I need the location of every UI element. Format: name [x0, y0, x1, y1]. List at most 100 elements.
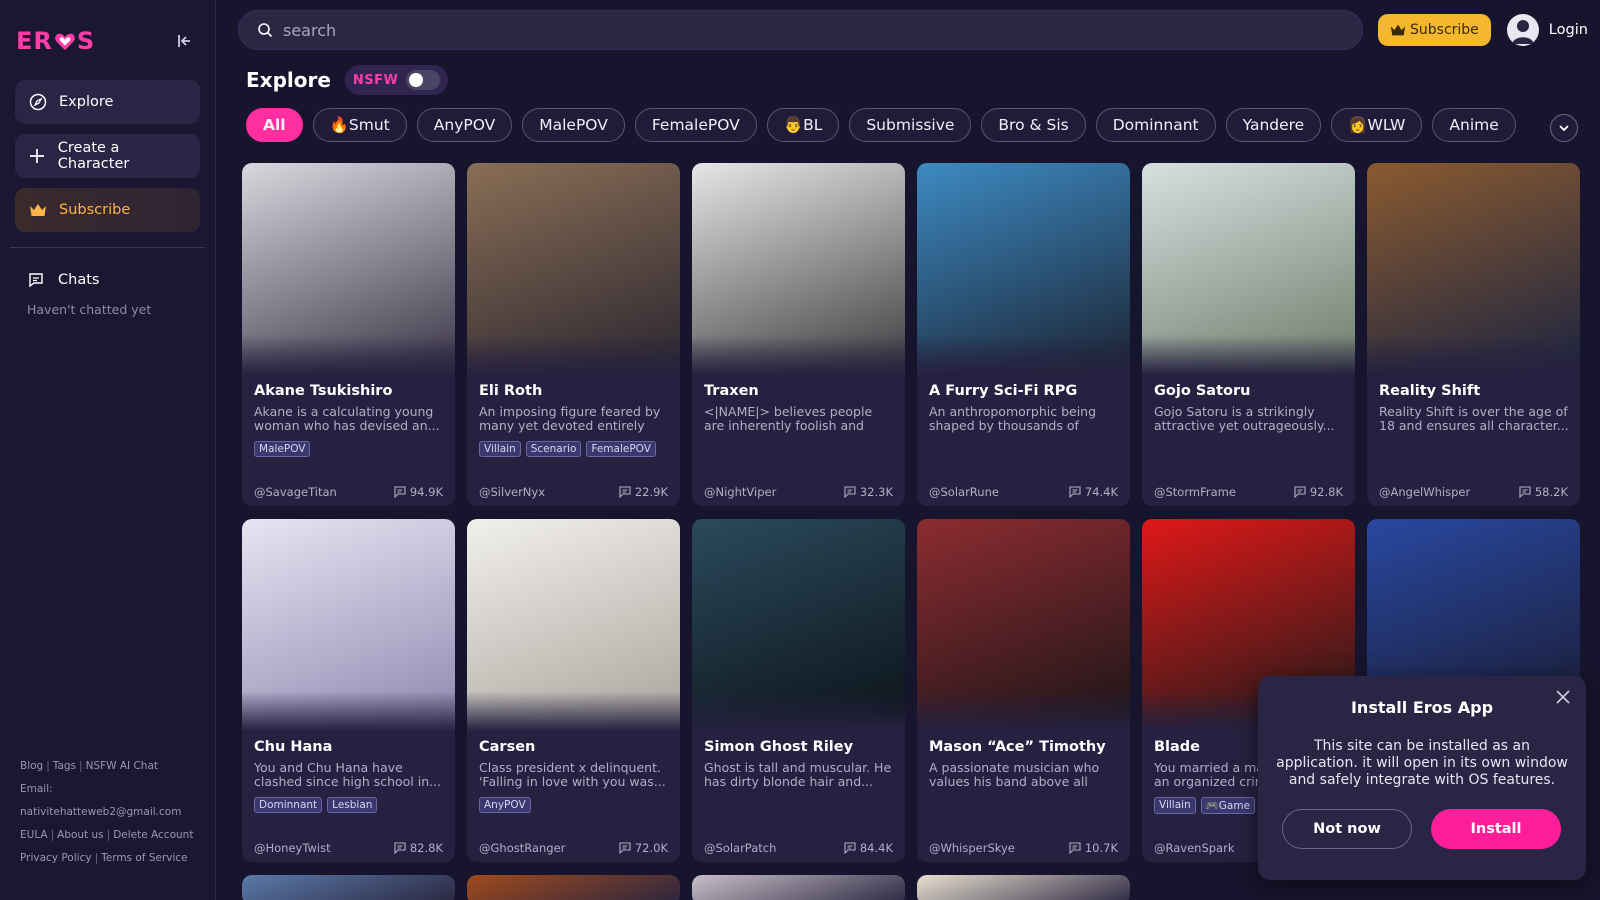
install-button[interactable]: Install	[1431, 809, 1561, 849]
chat-bubble-icon	[1519, 486, 1531, 499]
footer-delete-account-link[interactable]: Delete Account	[113, 829, 193, 841]
eros-logo[interactable]: ER S	[16, 27, 95, 55]
character-tag-chip[interactable]: Villain	[479, 441, 521, 457]
character-tag-chip[interactable]: Scenario	[525, 441, 582, 457]
character-card[interactable]: Gojo Satoru Gojo Satoru is a strikingly a…	[1142, 163, 1355, 506]
login-button[interactable]: Login	[1506, 14, 1588, 46]
character-author[interactable]: @NightViper	[704, 485, 776, 499]
character-author[interactable]: @WhisperSkye	[929, 841, 1015, 855]
character-card[interactable]: Simon Ghost Riley Ghost is tall and muscu…	[692, 519, 905, 862]
character-name: A Furry Sci-Fi RPG	[929, 383, 1078, 399]
heart-icon	[55, 33, 75, 51]
install-dialog-body: This site can be installed as an applica…	[1276, 738, 1568, 788]
character-tag-chip[interactable]: 🎮Game	[1200, 797, 1256, 814]
not-now-button[interactable]: Not now	[1282, 809, 1412, 849]
character-author[interactable]: @HoneyTwist	[254, 841, 331, 855]
character-description: <|NAME|> believes people are inherently …	[704, 405, 873, 433]
character-tag-chip[interactable]: MalePOV	[254, 441, 311, 457]
tag-0[interactable]: All	[246, 108, 303, 142]
tag-7[interactable]: Bro & Sis	[981, 108, 1086, 142]
character-image	[1367, 163, 1580, 375]
nav-explore[interactable]: Explore	[15, 80, 200, 124]
footer-tags-link[interactable]: Tags	[53, 760, 76, 772]
search-input[interactable]	[283, 20, 1344, 40]
search-bar[interactable]	[238, 10, 1363, 50]
install-app-dialog: Install Eros App This site can be instal…	[1258, 676, 1586, 880]
character-card[interactable]: Chu Hana You and Chu Hana have clashed si…	[242, 519, 455, 862]
login-label: Login	[1548, 22, 1588, 38]
character-card[interactable]: Mason “Ace” Timothy A passionate musician…	[917, 519, 1130, 862]
subscribe-button[interactable]: Subscribe	[1378, 14, 1491, 46]
expand-tags-button[interactable]	[1550, 114, 1578, 142]
character-image	[242, 163, 455, 375]
character-tag-chip[interactable]: Villain	[1154, 797, 1196, 814]
character-author[interactable]: @StormFrame	[1154, 485, 1236, 499]
chat-count-value: 84.4K	[859, 841, 893, 855]
character-card[interactable]: Reality Shift Reality Shift is over the a…	[1367, 163, 1580, 506]
character-tag-chip[interactable]: Dominnant	[254, 797, 323, 813]
tag-3[interactable]: MalePOV	[522, 108, 625, 142]
tag-1[interactable]: 🔥Smut	[312, 108, 407, 142]
character-card[interactable]: Traxen <|NAME|> believes people are inher…	[692, 163, 905, 506]
collapse-sidebar-button[interactable]	[173, 29, 197, 53]
nsfw-label: NSFW	[352, 72, 399, 88]
character-card[interactable]	[242, 875, 455, 900]
character-image	[467, 519, 680, 731]
tag-5[interactable]: 👨BL	[766, 108, 840, 142]
character-description: Ghost is tall and muscular. He has dirty…	[704, 761, 892, 789]
nav-create-character[interactable]: Create a Character	[15, 134, 200, 178]
character-name: Traxen	[704, 383, 759, 399]
character-tag-chip[interactable]: AnyPOV	[479, 797, 531, 813]
character-image	[692, 519, 905, 731]
character-tag-chip[interactable]: Lesbian	[327, 797, 378, 813]
footer-nsfw-link[interactable]: NSFW AI Chat	[86, 760, 158, 772]
nsfw-switch[interactable]	[406, 70, 441, 90]
character-card[interactable]: Carsen Class president x delinquent. 'Fal…	[467, 519, 680, 862]
tag-11[interactable]: Anime	[1432, 108, 1516, 142]
character-card[interactable]: Eli Roth An imposing figure feared by man…	[467, 163, 680, 506]
character-description: Gojo Satoru is a strikingly attractive y…	[1154, 405, 1335, 433]
chat-count-value: 74.4K	[1084, 485, 1118, 499]
character-author[interactable]: @RavenSpark	[1154, 841, 1235, 855]
chat-count: 10.7K	[1069, 841, 1118, 855]
character-author[interactable]: @SolarPatch	[704, 841, 776, 855]
footer-blog-link[interactable]: Blog	[20, 760, 43, 772]
tag-9[interactable]: Yandere	[1225, 108, 1322, 142]
character-card[interactable]	[917, 875, 1130, 900]
footer-eula-link[interactable]: EULA	[20, 829, 48, 841]
chat-count: 82.8K	[394, 841, 443, 855]
tag-4[interactable]: FemalePOV	[634, 108, 757, 142]
character-image	[1142, 163, 1355, 375]
character-author[interactable]: @GhostRanger	[479, 841, 565, 855]
tag-2[interactable]: AnyPOV	[416, 108, 513, 142]
tag-6[interactable]: Submissive	[849, 108, 972, 142]
chat-count-value: 32.3K	[859, 485, 893, 499]
character-author[interactable]: @AngelWhisper	[1379, 485, 1470, 499]
character-description: Akane is a calculating young woman who h…	[254, 405, 440, 433]
character-card[interactable]	[692, 875, 905, 900]
sidebar-divider	[10, 247, 205, 248]
character-author[interactable]: @SavageTitan	[254, 485, 337, 499]
character-card[interactable]: A Furry Sci-Fi RPG An anthropomorphic bei…	[917, 163, 1130, 506]
character-author[interactable]: @SolarRune	[929, 485, 999, 499]
footer-terms-link[interactable]: Terms of Service	[101, 852, 188, 864]
character-name: Gojo Satoru	[1154, 383, 1251, 399]
character-card[interactable]	[467, 875, 680, 900]
nsfw-toggle[interactable]: NSFW	[344, 65, 449, 95]
footer-about-link[interactable]: About us	[57, 829, 104, 841]
character-description: A passionate musician who values his ban…	[929, 761, 1100, 789]
footer-privacy-link[interactable]: Privacy Policy	[20, 852, 92, 864]
character-name: Blade	[1154, 739, 1201, 755]
nav-create-character-label: Create a Character	[57, 140, 130, 172]
chats-header[interactable]: Chats	[0, 266, 215, 294]
character-card[interactable]: Akane Tsukishiro Akane is a calculating y…	[242, 163, 455, 506]
character-tag-chip[interactable]: FemalePOV	[586, 441, 656, 457]
character-author[interactable]: @SilverNyx	[479, 485, 545, 499]
footer-email[interactable]: Email: nativitehatteweb2@gmail.com	[20, 778, 215, 824]
chat-count-value: 92.8K	[1309, 485, 1343, 499]
tag-8[interactable]: Dominnant	[1095, 108, 1216, 142]
nav-subscribe[interactable]: Subscribe	[15, 188, 200, 232]
chat-bubble-icon	[844, 486, 856, 499]
tag-10[interactable]: 👩WLW	[1331, 108, 1423, 142]
chat-bubble-icon	[619, 842, 631, 855]
